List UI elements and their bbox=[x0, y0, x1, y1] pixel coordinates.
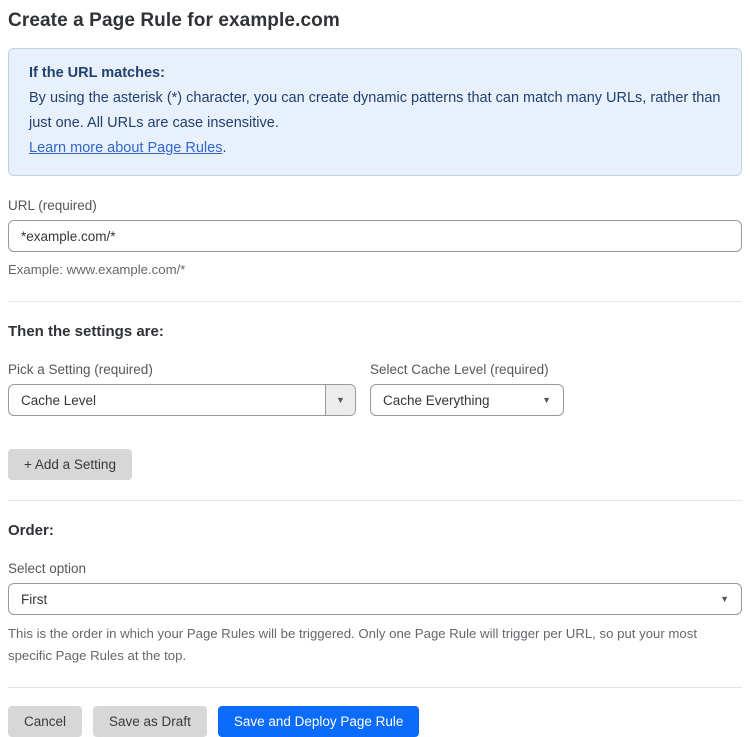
cache-level-value: Cache Everything bbox=[383, 392, 490, 408]
order-select-value: First bbox=[21, 591, 48, 607]
chevron-down-icon: ▼ bbox=[336, 394, 345, 405]
page-title: Create a Page Rule for example.com bbox=[8, 10, 340, 31]
pick-setting-arrow-section[interactable]: ▼ bbox=[325, 385, 355, 415]
page-rule-form: Create a Page Rule for example.com If th… bbox=[0, 0, 750, 737]
order-select-arrow: ▼ bbox=[720, 584, 741, 614]
url-example-text: Example: www.example.com/* bbox=[8, 262, 186, 277]
url-section: URL (required) Example: www.example.com/… bbox=[8, 198, 742, 281]
order-select-label: Select option bbox=[8, 561, 87, 576]
divider bbox=[8, 301, 742, 302]
pick-setting-label: Pick a Setting (required) bbox=[8, 362, 153, 377]
pick-setting-select[interactable]: Cache Level ▼ bbox=[8, 384, 356, 416]
cancel-button[interactable]: Cancel bbox=[8, 706, 83, 737]
cache-level-arrow: ▼ bbox=[542, 385, 563, 415]
save-as-draft-button[interactable]: Save as Draft bbox=[93, 706, 207, 737]
cache-level-group: Select Cache Level (required) Cache Ever… bbox=[370, 362, 564, 416]
pick-setting-value: Cache Level bbox=[21, 392, 97, 408]
divider bbox=[8, 687, 742, 688]
chevron-down-icon: ▼ bbox=[720, 593, 729, 604]
settings-row: Pick a Setting (required) Cache Level ▼ … bbox=[8, 362, 742, 416]
save-and-deploy-button[interactable]: Save and Deploy Page Rule bbox=[217, 706, 420, 737]
divider bbox=[8, 500, 742, 501]
learn-more-link[interactable]: Learn more about Page Rules bbox=[29, 140, 222, 156]
order-select[interactable]: First ▼ bbox=[8, 583, 742, 615]
pick-setting-group: Pick a Setting (required) Cache Level ▼ bbox=[8, 362, 356, 416]
order-help-text: This is the order in which your Page Rul… bbox=[8, 626, 697, 663]
order-heading: Order: bbox=[8, 522, 54, 539]
cache-level-select[interactable]: Cache Everything ▼ bbox=[370, 384, 564, 416]
add-setting-button[interactable]: + Add a Setting bbox=[8, 449, 132, 480]
url-input[interactable] bbox=[8, 220, 742, 252]
info-box-body: By using the asterisk (*) character, you… bbox=[29, 90, 721, 131]
url-match-info-box: If the URL matches: By using the asteris… bbox=[8, 48, 742, 176]
url-label: URL (required) bbox=[8, 198, 97, 213]
info-box-heading: If the URL matches: bbox=[29, 65, 165, 81]
cache-level-label: Select Cache Level (required) bbox=[370, 362, 549, 377]
info-box-link-line: Learn more about Page Rules. bbox=[29, 136, 721, 161]
form-actions: Cancel Save as Draft Save and Deploy Pag… bbox=[8, 706, 742, 737]
chevron-down-icon: ▼ bbox=[542, 394, 551, 405]
settings-heading: Then the settings are: bbox=[8, 323, 164, 340]
link-suffix: . bbox=[222, 140, 227, 156]
add-setting-wrap: + Add a Setting bbox=[8, 449, 742, 480]
